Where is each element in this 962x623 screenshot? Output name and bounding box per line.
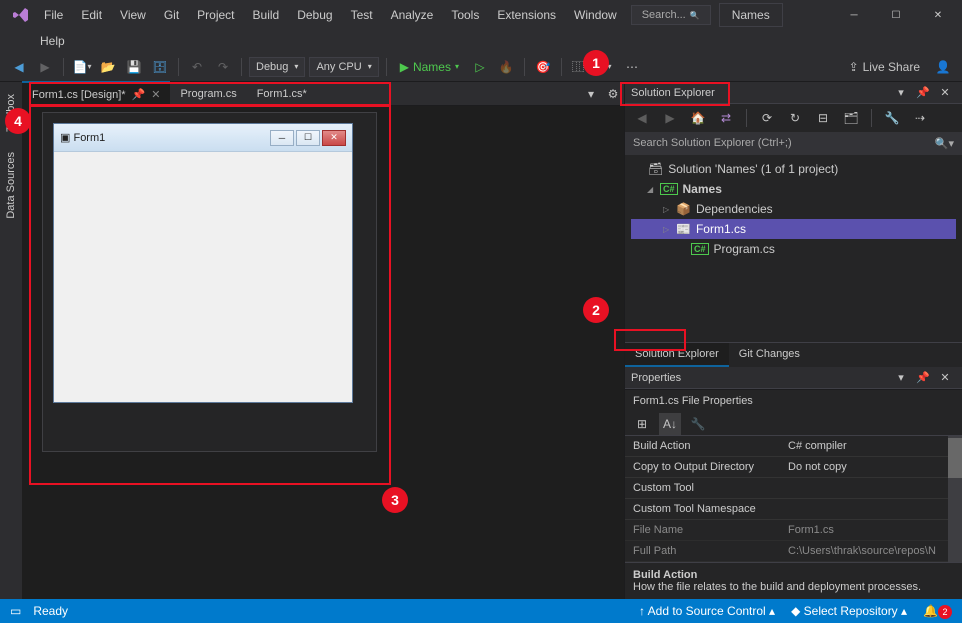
vs-logo [10,5,30,25]
search-lens-icon: 🔍 [690,11,700,20]
props-scrollbar[interactable] [948,436,962,562]
tree-project[interactable]: ◢C# Names [631,179,956,199]
tree-dependencies[interactable]: ▷📦 Dependencies [631,199,956,219]
refresh-icon[interactable]: ↻ [784,107,806,129]
undo-icon[interactable]: ↶ [186,56,208,78]
window-options-icon[interactable]: ▾ [890,82,912,104]
se-back-icon[interactable]: ◀ [631,107,653,129]
status-project-icon: ▭ [10,604,21,618]
props-subject: Form1.cs File Properties [625,389,962,412]
menu-git[interactable]: Git [156,4,187,26]
menu-file[interactable]: File [36,4,71,26]
props-pin-icon[interactable]: 📌 [912,367,934,389]
close-button[interactable]: ✕ [918,0,958,30]
search-input[interactable]: Search...🔍 [631,5,711,25]
callout-4: 4 [5,108,31,134]
dots-icon[interactable]: ⋯ [621,56,643,78]
prop-desc-title: Build Action [633,569,697,581]
prop-row-build-action[interactable]: Build ActionC# compiler [625,436,962,457]
config-dropdown[interactable]: Debug▾ [249,57,305,77]
pin-panel-icon[interactable]: 📌 [912,82,934,104]
menu-extensions[interactable]: Extensions [489,4,564,26]
menu-window[interactable]: Window [566,4,625,26]
hot-reload-icon[interactable]: 🔥 [495,56,517,78]
wrench-icon[interactable]: 🔧 [881,107,903,129]
btab-git-changes[interactable]: Git Changes [729,343,810,367]
prop-row-custom-tool[interactable]: Custom Tool [625,478,962,499]
menu-view[interactable]: View [112,4,154,26]
menu-debug[interactable]: Debug [289,4,340,26]
categorize-icon[interactable]: ⊞ [631,413,653,435]
new-project-icon[interactable]: 📄▾ [71,56,93,78]
nav-back-button[interactable]: ◀ [8,56,30,78]
account-icon[interactable]: 👤 [932,56,954,78]
close-panel-icon[interactable]: ✕ [934,82,956,104]
inspect-icon[interactable]: 🎯 [532,56,554,78]
open-icon[interactable]: 📂 [97,56,119,78]
prop-row-file-name[interactable]: File NameForm1.cs [625,520,962,541]
datasources-tab[interactable]: Data Sources [2,146,20,225]
collapse-icon[interactable]: ⊟ [812,107,834,129]
props-options-icon[interactable]: ▾ [890,367,912,389]
menu-project[interactable]: Project [189,4,242,26]
alpha-icon[interactable]: A↓ [659,413,681,435]
menu-analyze[interactable]: Analyze [383,4,442,26]
callout-1: 1 [583,50,609,76]
status-ready: Ready [33,604,68,618]
sync-icon[interactable]: ⟳ [756,107,778,129]
callout-2: 2 [583,297,609,323]
add-source-control-button[interactable]: ↑ Add to Source Control ▴ [639,604,775,618]
select-repo-button[interactable]: ◆ Select Repository ▴ [791,604,907,618]
prop-row-full-path[interactable]: Full PathC:\Users\thrak\source\repos\N [625,541,962,562]
more-icon[interactable]: ⇢ [909,107,931,129]
properties-title: Properties [631,372,890,384]
show-all-icon[interactable]: 🗂 [840,107,862,129]
switch-icon[interactable]: ⇄ [715,107,737,129]
save-all-icon[interactable]: 🗄 [149,56,171,78]
prop-desc-text: How the file relates to the build and de… [633,581,921,593]
active-files-dropdown-icon[interactable]: ▾ [580,83,602,105]
start-button[interactable]: ▶ Names ▾ [394,56,465,78]
prop-wrench-icon[interactable]: 🔧 [687,413,709,435]
menu-help[interactable]: Help [32,30,73,52]
tree-solution-root[interactable]: 🗃 Solution 'Names' (1 of 1 project) [631,159,956,179]
props-close-icon[interactable]: ✕ [934,367,956,389]
solution-name: Names [719,3,783,27]
search-icon: 🔍▾ [935,137,954,150]
prop-row-custom-tool-ns[interactable]: Custom Tool Namespace [625,499,962,520]
share-icon[interactable]: ⇪ Live Share [841,56,928,78]
notifications-icon[interactable]: 🔔2 [923,604,952,619]
menu-test[interactable]: Test [343,4,381,26]
tree-form1[interactable]: ▷📰 Form1.cs [631,219,956,239]
save-icon[interactable]: 💾 [123,56,145,78]
callout-3: 3 [382,487,408,513]
redo-icon[interactable]: ↷ [212,56,234,78]
nav-fwd-button[interactable]: ▶ [34,56,56,78]
tree-program[interactable]: C# Program.cs [631,239,956,259]
start-no-debug-button[interactable]: ▷ [469,56,491,78]
se-fwd-icon[interactable]: ▶ [659,107,681,129]
menu-edit[interactable]: Edit [73,4,110,26]
menu-tools[interactable]: Tools [443,4,487,26]
home-icon[interactable]: 🏠 [687,107,709,129]
menu-build[interactable]: Build [245,4,288,26]
minimize-button[interactable]: ─ [834,0,874,30]
prop-row-copy[interactable]: Copy to Output DirectoryDo not copy [625,457,962,478]
solution-search-input[interactable]: Search Solution Explorer (Ctrl+;)🔍▾ [625,132,962,155]
platform-dropdown[interactable]: Any CPU▾ [309,57,378,77]
maximize-button[interactable]: ☐ [876,0,916,30]
